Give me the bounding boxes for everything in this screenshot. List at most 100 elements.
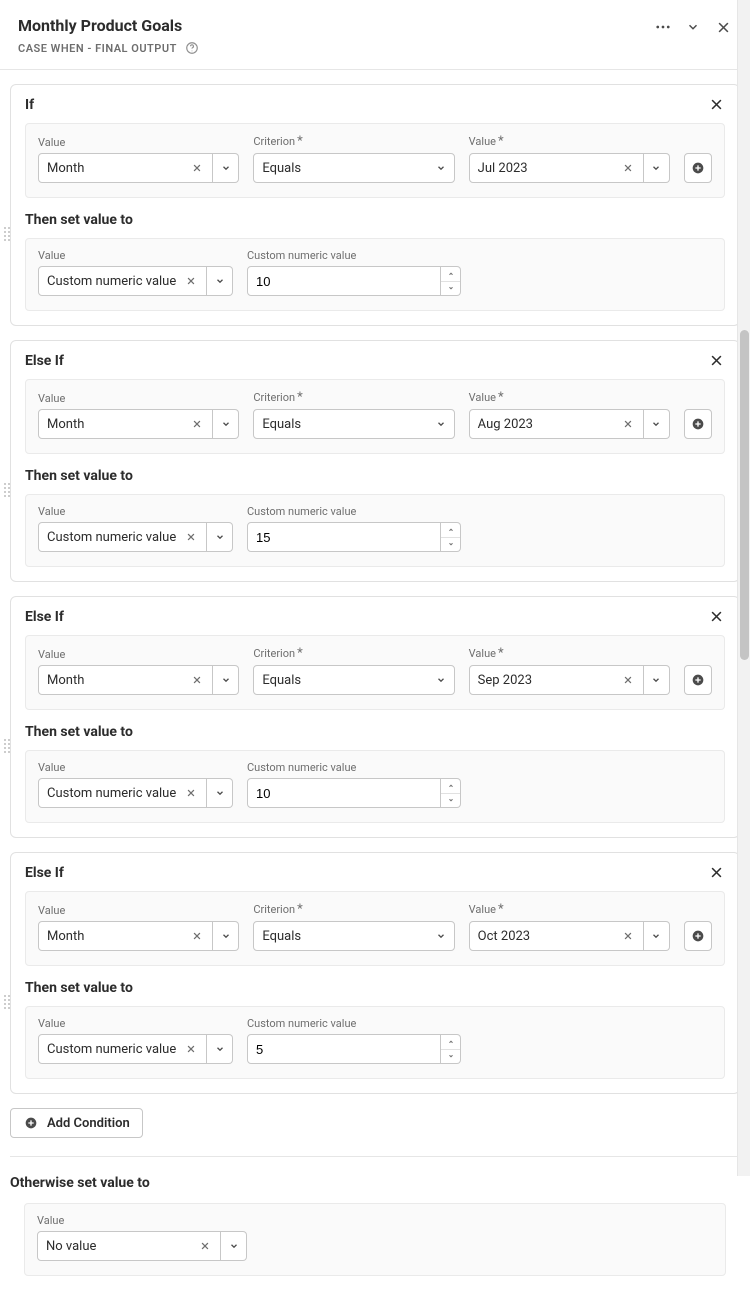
numeric-input[interactable] <box>247 1034 441 1064</box>
field-combo[interactable]: Month <box>38 921 239 951</box>
chevron-down-icon[interactable] <box>207 778 233 808</box>
then-type-combo[interactable]: Custom numeric value <box>38 778 233 808</box>
chevron-down-icon[interactable] <box>207 522 233 552</box>
value-combo[interactable]: Aug 2023 <box>469 409 670 439</box>
clear-icon[interactable] <box>621 931 635 941</box>
condition-section: Value Month Criterion* Equals Value* <box>25 123 725 198</box>
drag-handle-icon[interactable] <box>3 481 11 499</box>
then-type-combo[interactable]: Custom numeric value <box>38 522 233 552</box>
field-label: Custom numeric value <box>247 249 461 262</box>
field-label: Value <box>37 1214 247 1227</box>
then-label: Then set value to <box>11 724 739 750</box>
then-type-combo[interactable]: Custom numeric value <box>38 266 233 296</box>
criterion-select[interactable]: Equals <box>253 665 454 695</box>
numeric-stepper[interactable] <box>247 1034 461 1064</box>
add-condition-icon[interactable] <box>684 665 712 695</box>
numeric-stepper[interactable] <box>247 522 461 552</box>
field-value: Month <box>47 161 84 176</box>
clear-icon[interactable] <box>621 675 635 685</box>
clear-icon[interactable] <box>184 276 198 286</box>
chevron-down-icon[interactable] <box>213 153 239 183</box>
field-combo[interactable]: Month <box>38 665 239 695</box>
add-condition-icon[interactable] <box>684 409 712 439</box>
help-icon[interactable] <box>183 39 201 57</box>
page-title: Monthly Product Goals <box>18 16 201 35</box>
remove-block-icon[interactable] <box>709 865 725 881</box>
stepper-down-icon[interactable] <box>441 794 460 808</box>
remove-block-icon[interactable] <box>709 97 725 113</box>
then-label: Then set value to <box>11 468 739 494</box>
clear-icon[interactable] <box>184 1044 198 1054</box>
chevron-down-icon[interactable] <box>644 409 670 439</box>
scrollbar[interactable] <box>737 0 750 1176</box>
scrollbar-thumb[interactable] <box>740 330 749 660</box>
chevron-down-icon[interactable] <box>213 665 239 695</box>
stepper-up-icon[interactable] <box>441 267 460 282</box>
more-icon[interactable] <box>654 18 672 36</box>
chevron-down-icon[interactable] <box>213 921 239 951</box>
field-label: Custom numeric value <box>247 761 461 774</box>
chevron-down-icon[interactable] <box>213 409 239 439</box>
chevron-down-icon[interactable] <box>207 266 233 296</box>
numeric-input[interactable] <box>247 522 441 552</box>
stepper-down-icon[interactable] <box>441 1050 460 1064</box>
value-combo[interactable]: Jul 2023 <box>469 153 670 183</box>
chevron-down-icon[interactable] <box>684 18 702 36</box>
field-label: Value* <box>469 902 670 917</box>
then-type-value: Custom numeric value <box>47 786 176 801</box>
drag-handle-icon[interactable] <box>3 737 11 755</box>
numeric-input[interactable] <box>247 266 441 296</box>
stepper-up-icon[interactable] <box>441 523 460 538</box>
clear-icon[interactable] <box>621 163 635 173</box>
chevron-down-icon[interactable] <box>644 153 670 183</box>
numeric-input[interactable] <box>247 778 441 808</box>
otherwise-value-combo[interactable]: No value <box>37 1231 247 1261</box>
clear-icon[interactable] <box>184 788 198 798</box>
field-value: Month <box>47 673 84 688</box>
stepper-down-icon[interactable] <box>441 282 460 296</box>
criterion-select[interactable]: Equals <box>253 921 454 951</box>
chevron-down-icon[interactable] <box>644 921 670 951</box>
stepper-down-icon[interactable] <box>441 538 460 552</box>
remove-block-icon[interactable] <box>709 353 725 369</box>
remove-block-icon[interactable] <box>709 609 725 625</box>
then-type-value: Custom numeric value <box>47 1042 176 1057</box>
clear-icon[interactable] <box>190 931 204 941</box>
divider <box>10 1156 740 1157</box>
add-condition-label: Add Condition <box>47 1116 130 1131</box>
clear-icon[interactable] <box>190 419 204 429</box>
clear-icon[interactable] <box>184 532 198 542</box>
otherwise-value-text: No value <box>46 1239 96 1254</box>
clear-icon[interactable] <box>190 163 204 173</box>
value-combo[interactable]: Sep 2023 <box>469 665 670 695</box>
field-combo[interactable]: Month <box>38 409 239 439</box>
criterion-value: Equals <box>262 673 301 688</box>
add-condition-icon[interactable] <box>684 921 712 951</box>
add-condition-icon[interactable] <box>684 153 712 183</box>
field-combo[interactable]: Month <box>38 153 239 183</box>
then-type-combo[interactable]: Custom numeric value <box>38 1034 233 1064</box>
stepper-up-icon[interactable] <box>441 779 460 794</box>
criterion-select[interactable]: Equals <box>253 409 454 439</box>
clear-icon[interactable] <box>621 419 635 429</box>
then-label: Then set value to <box>11 212 739 238</box>
criterion-select[interactable]: Equals <box>253 153 454 183</box>
block-title: Else If <box>25 865 64 881</box>
add-condition-button[interactable]: Add Condition <box>10 1108 143 1138</box>
then-type-value: Custom numeric value <box>47 274 176 289</box>
drag-handle-icon[interactable] <box>3 993 11 1011</box>
stepper-up-icon[interactable] <box>441 1035 460 1050</box>
clear-icon[interactable] <box>198 1241 212 1251</box>
chevron-down-icon[interactable] <box>644 665 670 695</box>
condition-block: Else If Value Month Criterion* Equals Va… <box>10 596 740 838</box>
chevron-down-icon[interactable] <box>207 1034 233 1064</box>
numeric-stepper[interactable] <box>247 778 461 808</box>
drag-handle-icon[interactable] <box>3 225 11 243</box>
chevron-down-icon[interactable] <box>221 1231 247 1261</box>
close-icon[interactable] <box>714 18 732 36</box>
clear-icon[interactable] <box>190 675 204 685</box>
numeric-stepper[interactable] <box>247 266 461 296</box>
value-combo[interactable]: Oct 2023 <box>469 921 670 951</box>
page-subtitle: CASE WHEN - FINAL OUTPUT <box>18 42 177 55</box>
field-label: Value <box>38 904 239 917</box>
